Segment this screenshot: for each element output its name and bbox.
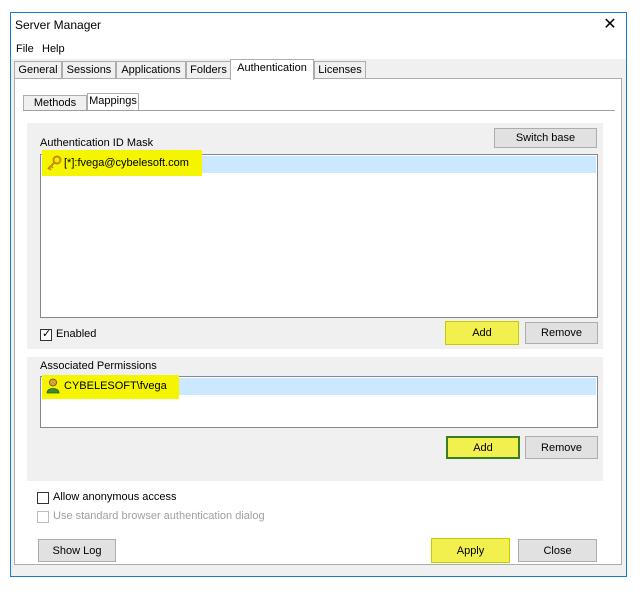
browser-dialog-checkbox — [37, 511, 49, 523]
menu-file[interactable]: File — [16, 43, 34, 55]
auth-entry-text: [*]:fvega@cybelesoft.com — [64, 157, 189, 169]
permissions-list[interactable]: CYBELESOFT\fvega — [40, 375, 598, 428]
tab-licenses[interactable]: Licenses — [314, 61, 366, 78]
associated-permissions-label: Associated Permissions — [40, 360, 157, 372]
switch-base-button[interactable]: Switch base — [494, 128, 597, 148]
apply-button[interactable]: Apply — [431, 538, 510, 563]
menu-bar: File Help — [11, 39, 626, 59]
permissions-section: Associated Permissions CYBELESOFT\fvega … — [27, 357, 603, 481]
close-button[interactable]: Close — [518, 539, 597, 562]
server-manager-window: Server Manager ✕ File Help General Sessi… — [10, 12, 627, 577]
title-bar: Server Manager ✕ — [11, 13, 626, 39]
show-log-button[interactable]: Show Log — [38, 539, 116, 562]
subtab-divider — [23, 110, 615, 111]
auth-id-section: Authentication ID Mask Switch base [*]:f… — [27, 123, 603, 349]
checkmark-icon: ✓ — [42, 328, 52, 340]
tab-sessions[interactable]: Sessions — [62, 61, 116, 78]
tab-authentication[interactable]: Authentication — [230, 59, 314, 80]
allow-anonymous-label: Allow anonymous access — [53, 491, 177, 503]
permissions-remove-button[interactable]: Remove — [525, 436, 598, 459]
auth-add-button[interactable]: Add — [445, 321, 519, 345]
tab-applications[interactable]: Applications — [116, 61, 186, 78]
window-title: Server Manager — [15, 18, 102, 32]
key-icon — [46, 155, 62, 174]
permissions-add-button[interactable]: Add — [446, 436, 520, 459]
enabled-checkbox[interactable]: ✓ — [40, 328, 52, 341]
allow-anonymous-checkbox[interactable] — [37, 492, 49, 504]
auth-id-mask-label: Authentication ID Mask — [40, 137, 154, 149]
menu-help[interactable]: Help — [42, 43, 65, 55]
browser-dialog-label: Use standard browser authentication dial… — [53, 510, 265, 522]
subtab-methods[interactable]: Methods — [23, 95, 87, 111]
tab-folders[interactable]: Folders — [186, 61, 231, 78]
auth-id-list[interactable]: [*]:fvega@cybelesoft.com — [40, 150, 598, 318]
auth-remove-button[interactable]: Remove — [525, 322, 598, 344]
user-icon — [46, 378, 60, 397]
permission-entry-text: CYBELESOFT\fvega — [64, 380, 167, 392]
enabled-label: Enabled — [56, 328, 97, 340]
subtab-mappings[interactable]: Mappings — [87, 93, 139, 111]
close-window-icon[interactable]: ✕ — [600, 15, 620, 35]
authentication-panel: Methods Mappings Authentication ID Mask … — [14, 78, 622, 565]
tab-general[interactable]: General — [14, 61, 62, 78]
